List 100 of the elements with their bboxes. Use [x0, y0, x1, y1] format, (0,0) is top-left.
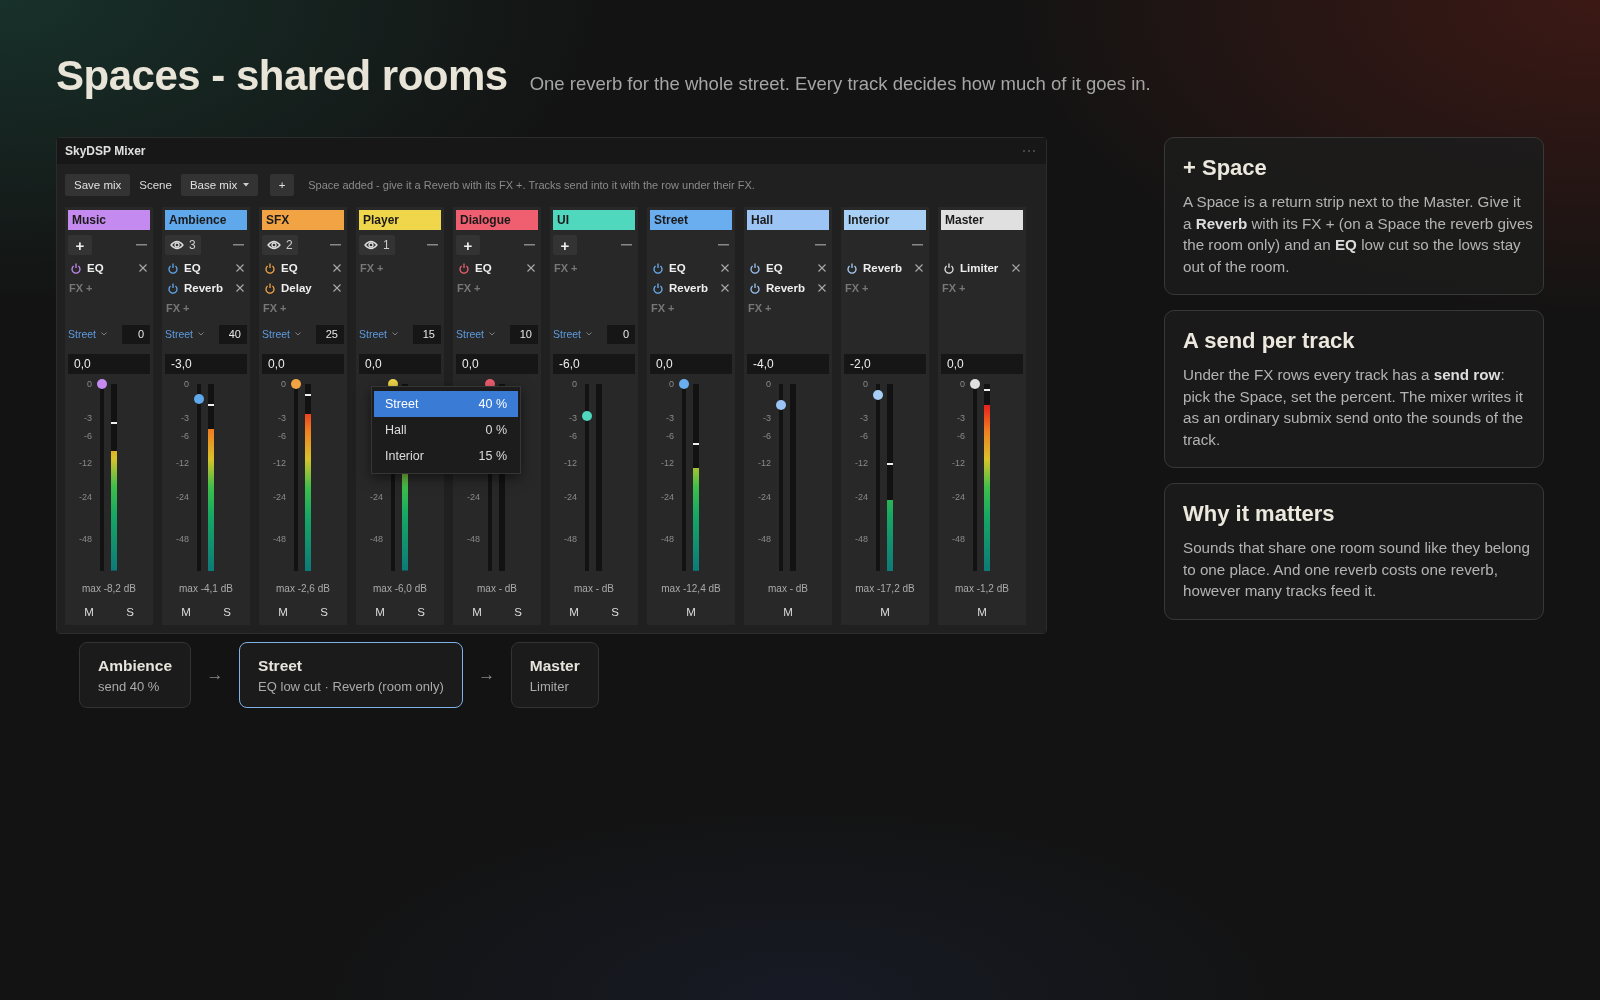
effect-name: Delay — [281, 282, 312, 294]
volume-field[interactable]: 0,0 — [262, 354, 344, 374]
scale-label: -48 — [79, 534, 92, 545]
mute-solo-button[interactable]: M — [680, 602, 702, 622]
close-icon[interactable] — [333, 264, 341, 272]
effect-name: EQ — [184, 262, 201, 274]
sound-count-button[interactable]: 1 — [359, 235, 395, 255]
scale-label: -48 — [176, 534, 189, 545]
power-icon[interactable] — [168, 262, 178, 274]
power-icon[interactable] — [168, 282, 178, 294]
effect-name: EQ — [669, 262, 686, 274]
node-title: Ambience — [98, 656, 173, 675]
mute-solo-button[interactable]: S — [605, 602, 625, 622]
strip-name: Player — [359, 210, 441, 230]
fader-thumb[interactable] — [485, 379, 495, 389]
close-icon[interactable] — [721, 284, 729, 292]
close-icon[interactable] — [236, 284, 244, 292]
flow-arrow: → — [477, 665, 497, 685]
fader-thumb[interactable] — [970, 379, 980, 389]
save-mix-button[interactable]: Save mix — [65, 174, 131, 196]
close-icon[interactable] — [721, 264, 729, 272]
send-amount-field[interactable]: 40 — [219, 324, 247, 344]
close-icon[interactable] — [818, 264, 826, 272]
mute-solo-button[interactable]: S — [120, 602, 140, 622]
close-icon[interactable] — [1012, 264, 1020, 272]
mute-solo-button[interactable]: M — [874, 602, 896, 622]
volume-field[interactable]: 0,0 — [456, 354, 538, 374]
add-button[interactable]: + — [456, 235, 480, 255]
power-icon[interactable] — [71, 262, 81, 274]
strip-name: Interior — [844, 210, 926, 230]
volume-field[interactable]: -2,0 — [844, 354, 926, 374]
close-icon[interactable] — [527, 264, 535, 272]
send-amount-field[interactable]: 15 — [413, 324, 441, 344]
mute-solo-button[interactable]: M — [369, 602, 391, 622]
power-icon[interactable] — [750, 262, 760, 274]
add-button[interactable]: + — [553, 235, 577, 255]
volume-field[interactable]: -3,0 — [165, 354, 247, 374]
send-target-dropdown[interactable]: Street — [68, 328, 107, 340]
menu-item[interactable]: Hall 0 % — [374, 417, 518, 443]
power-icon[interactable] — [265, 282, 275, 294]
power-icon[interactable] — [459, 262, 469, 274]
card-text: A Space is a return strip next to the Master. Give it a Reverb with its FX + (on a Space the reverb gives the room only) and an EQ low cut so the lows stay out of the room. — [1183, 192, 1533, 277]
chevron-icon — [392, 332, 398, 336]
send-target-dropdown[interactable]: Street — [456, 328, 495, 340]
send-amount-field[interactable]: 10 — [510, 324, 538, 344]
power-icon[interactable] — [847, 262, 857, 274]
send-target-dropdown[interactable]: Street — [165, 328, 204, 340]
scene-dropdown[interactable]: Base mix — [180, 174, 259, 196]
mute-solo-button[interactable]: S — [217, 602, 237, 622]
fader-thumb[interactable] — [291, 379, 301, 389]
close-icon[interactable] — [333, 284, 341, 292]
fader-thumb[interactable] — [679, 379, 689, 389]
power-icon[interactable] — [750, 282, 760, 294]
fader-thumb[interactable] — [582, 410, 592, 421]
mute-solo-button[interactable]: S — [508, 602, 528, 622]
mute-solo-button[interactable]: M — [777, 602, 799, 622]
power-icon[interactable] — [653, 262, 663, 274]
send-amount-field[interactable]: 0 — [122, 324, 150, 344]
volume-field[interactable]: 0,0 — [941, 354, 1023, 374]
close-icon[interactable] — [818, 284, 826, 292]
power-icon[interactable] — [653, 282, 663, 294]
volume-field[interactable]: -4,0 — [747, 354, 829, 374]
volume-field[interactable]: -6,0 — [553, 354, 635, 374]
menu-item[interactable]: Interior 15 % — [374, 443, 518, 469]
scale-label: 0 — [863, 379, 868, 389]
send-target-dropdown[interactable]: Street — [359, 328, 398, 340]
mute-solo-button[interactable]: M — [78, 602, 100, 622]
add-space-button[interactable]: + — [270, 174, 295, 196]
close-icon[interactable] — [139, 264, 147, 272]
fader-thumb[interactable] — [194, 393, 204, 404]
page-subtitle: One reverb for the whole street. Every track decides how much of it goes in. — [529, 73, 1151, 95]
mute-solo-button[interactable]: M — [175, 602, 197, 622]
scale-label: -3 — [181, 412, 189, 423]
sound-count-button[interactable]: 3 — [165, 235, 201, 255]
fader-thumb[interactable] — [97, 379, 107, 389]
mute-solo-button[interactable]: M — [272, 602, 294, 622]
mute-solo-button[interactable]: S — [411, 602, 431, 622]
sound-count-button[interactable]: 2 — [262, 235, 298, 255]
mute-solo-button[interactable]: M — [563, 602, 585, 622]
send-amount-field[interactable]: 0 — [607, 324, 635, 344]
mute-solo-button[interactable]: S — [314, 602, 334, 622]
send-target-dropdown[interactable]: Street — [262, 328, 301, 340]
send-amount-field[interactable]: 25 — [316, 324, 344, 344]
chevron-icon — [489, 332, 495, 336]
scale-label: -12 — [79, 457, 92, 468]
send-target-dropdown[interactable]: Street — [553, 328, 592, 340]
power-icon[interactable] — [944, 262, 954, 274]
volume-field[interactable]: 0,0 — [650, 354, 732, 374]
mute-solo-button[interactable]: M — [971, 602, 993, 622]
volume-field[interactable]: 0,0 — [359, 354, 441, 374]
add-button[interactable]: + — [68, 235, 92, 255]
close-icon[interactable] — [915, 264, 923, 272]
volume-field[interactable]: 0,0 — [68, 354, 150, 374]
fader-thumb[interactable] — [776, 399, 786, 410]
fader-thumb[interactable] — [873, 390, 883, 401]
mute-solo-button[interactable]: M — [466, 602, 488, 622]
effect-name: EQ — [281, 262, 298, 274]
menu-item[interactable]: Street 40 % — [374, 391, 518, 417]
power-icon[interactable] — [265, 262, 275, 274]
close-icon[interactable] — [236, 264, 244, 272]
